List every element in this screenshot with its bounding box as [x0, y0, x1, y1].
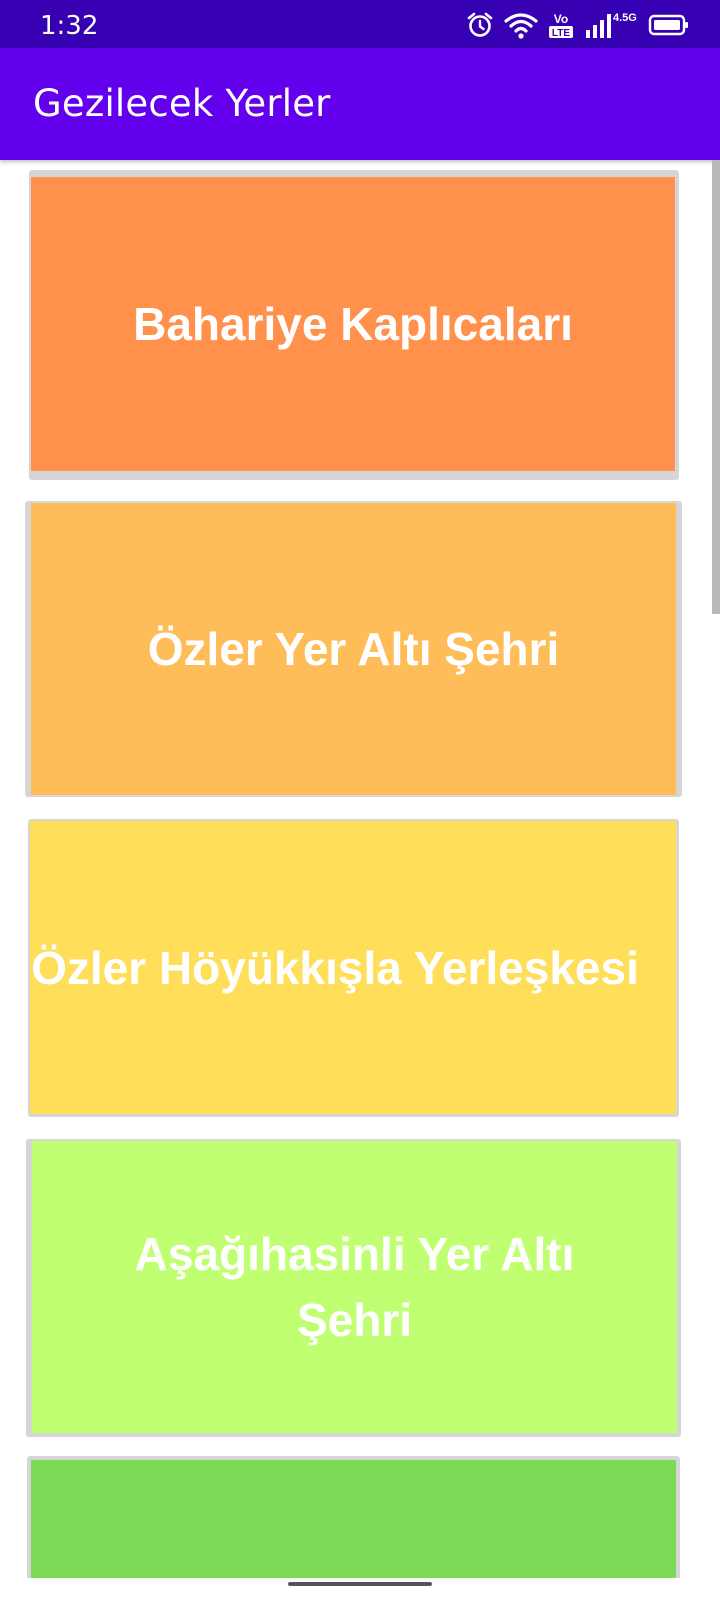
place-card-face: Özler Höyükkışla Yerleşkesi	[30, 821, 676, 1114]
place-card-ozler-hoyukkisla[interactable]: Özler Höyükkışla Yerleşkesi	[28, 819, 679, 1117]
alarm-icon	[466, 11, 494, 39]
status-bar: 1:32 Vo LTE 4.5G	[0, 0, 720, 48]
place-name: Aşağıhasinli Yer Altı Şehri	[134, 1228, 575, 1346]
place-card-asagihasinli[interactable]: Aşağıhasinli Yer Altı Şehri	[26, 1139, 681, 1437]
volte-icon: Vo LTE	[548, 11, 574, 39]
list-scrollbar[interactable]	[712, 160, 720, 614]
place-card-face: Aşağıhasinli Yer Altı Şehri	[32, 1141, 677, 1433]
place-name: Özler Yer Altı Şehri	[147, 623, 560, 675]
place-name: Bahariye Kaplıcaları	[133, 298, 573, 350]
volte-top-label: Vo	[554, 12, 568, 26]
status-time: 1:32	[40, 11, 99, 41]
battery-icon	[648, 12, 690, 38]
wifi-icon	[504, 11, 538, 39]
network-type-label: 4.5G	[613, 12, 637, 24]
place-card-bahariye[interactable]: Bahariye Kaplıcaları	[29, 170, 679, 480]
places-list[interactable]: Bahariye Kaplıcaları Özler Yer Altı Şehr…	[0, 160, 720, 1578]
volte-bottom-label: LTE	[552, 28, 570, 39]
place-card-face	[31, 1460, 676, 1578]
home-gesture-handle[interactable]	[288, 1582, 432, 1586]
app-bar: Gezilecek Yerler	[0, 48, 720, 160]
place-card-face: Özler Yer Altı Şehri	[31, 503, 676, 795]
place-card-face: Bahariye Kaplıcaları	[31, 177, 675, 471]
app-title: Gezilecek Yerler	[33, 82, 331, 125]
signal-icon: 4.5G	[584, 10, 638, 40]
status-icons: Vo LTE 4.5G	[466, 10, 690, 40]
place-card-ozler-yer-alti[interactable]: Özler Yer Altı Şehri	[25, 501, 682, 797]
place-card-partial[interactable]	[27, 1456, 680, 1578]
place-name: Özler Höyükkışla Yerleşkesi	[31, 941, 639, 994]
